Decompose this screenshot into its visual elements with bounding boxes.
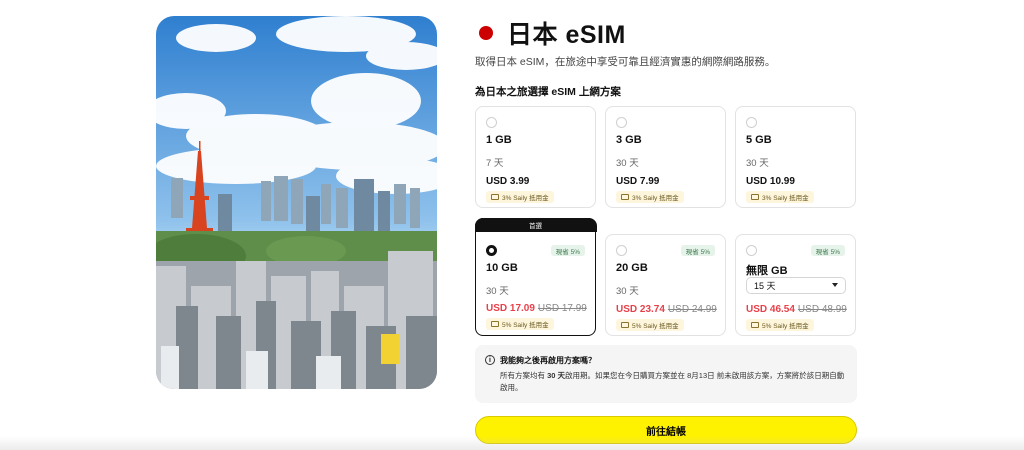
credit-badge: 5% Saily 抵用金: [486, 318, 554, 330]
plan-current-price: USD 23.74: [616, 304, 665, 315]
plan-current-price: USD 46.54: [746, 304, 795, 315]
title-row: 日本 eSIM: [475, 16, 626, 50]
duration-select-value: 15 天: [754, 281, 776, 291]
hero-image: [156, 16, 437, 389]
plan-current-price: USD 3.99: [486, 176, 530, 187]
plan-name: 10 GB: [486, 262, 518, 274]
plan-name: 20 GB: [616, 262, 648, 274]
bottom-shadow: [0, 436, 1024, 450]
credit-badge: 5% Saily 抵用金: [746, 319, 814, 331]
plan-name: 無限 GB: [746, 265, 788, 277]
plan-card-3gb[interactable]: 3 GB 30 天 USD 7.99 3% Saily 抵用金: [605, 106, 726, 208]
credit-badge: 5% Saily 抵用金: [616, 319, 684, 331]
plan-radio-selected[interactable]: [486, 245, 497, 256]
credit-badge: 3% Saily 抵用金: [616, 191, 684, 203]
credit-text: 3% Saily 抵用金: [502, 195, 549, 202]
plan-radio[interactable]: [746, 245, 757, 256]
plan-name: 1 GB: [486, 134, 512, 146]
credit-badge: 3% Saily 抵用金: [486, 191, 554, 203]
faq-question: 我能夠之後再啟用方案嗎？: [500, 356, 596, 365]
save-badge: 現省 5%: [810, 245, 845, 256]
chevron-down-icon: [832, 283, 838, 287]
plan-name: 3 GB: [616, 134, 642, 146]
plan-current-price: USD 10.99: [746, 176, 795, 187]
plan-price: USD 17.09 USD 17.99: [486, 303, 587, 314]
wallet-icon: [751, 322, 759, 328]
plan-days: 30 天: [486, 286, 509, 297]
plan-radio[interactable]: [616, 245, 627, 256]
plan-old-price: USD 24.99: [667, 304, 717, 315]
plan-days: 30 天: [616, 158, 639, 169]
faq-answer-bold: 30 天: [547, 371, 566, 380]
plans-section-label: 為日本之旅選擇 eSIM 上網方案: [475, 86, 621, 98]
japan-flag-icon: [479, 26, 493, 40]
plan-card-10gb[interactable]: 首選 現省 5% 10 GB 30 天 USD 17.09 USD 17.99 5…: [474, 217, 597, 336]
plan-days: 30 天: [616, 286, 639, 297]
plan-days: 7 天: [486, 158, 504, 169]
plan-card-unlimited[interactable]: 現省 5% 無限 GB 15 天 USD 46.54 USD 48.99 5% S…: [735, 234, 856, 336]
plan-price: USD 10.99: [746, 176, 795, 187]
save-badge: 現省 5%: [680, 245, 715, 256]
credit-text: 5% Saily 抵用金: [502, 322, 549, 329]
credit-text: 3% Saily 抵用金: [632, 195, 679, 202]
plan-card-5gb[interactable]: 5 GB 30 天 USD 10.99 3% Saily 抵用金: [735, 106, 856, 208]
plan-price: USD 46.54 USD 48.99: [746, 304, 847, 315]
activation-faq: i 我能夠之後再啟用方案嗎？ 所有方案均有 30 天啟用期。如果您在今日購買方案…: [475, 345, 857, 403]
plan-current-price: USD 7.99: [616, 176, 660, 187]
plan-days: 30 天: [746, 158, 769, 169]
page-subtitle: 取得日本 eSIM，在旅途中享受可靠且經濟實惠的網際網路服務。: [475, 56, 776, 68]
plan-price: USD 7.99: [616, 176, 659, 187]
credit-text: 5% Saily 抵用金: [632, 323, 679, 330]
plan-radio[interactable]: [616, 117, 627, 128]
plan-radio[interactable]: [486, 117, 497, 128]
credit-badge: 3% Saily 抵用金: [746, 191, 814, 203]
plan-old-price: USD 17.99: [537, 303, 587, 314]
wallet-icon: [621, 322, 629, 328]
plan-old-price: USD 48.99: [797, 304, 847, 315]
recommended-badge: 首選: [474, 217, 597, 232]
wallet-icon: [491, 194, 499, 200]
faq-answer-pre: 所有方案均有: [500, 371, 548, 380]
duration-select[interactable]: 15 天: [746, 277, 846, 294]
wallet-icon: [491, 321, 499, 327]
plan-radio[interactable]: [746, 117, 757, 128]
plan-current-price: USD 17.09: [486, 303, 535, 314]
faq-answer: 所有方案均有 30 天啟用期。如果您在今日購買方案並在 8月13日 前未啟用該方…: [500, 370, 845, 394]
plan-price: USD 3.99: [486, 176, 529, 187]
plan-card-1gb[interactable]: 1 GB 7 天 USD 3.99 3% Saily 抵用金: [475, 106, 596, 208]
page-title: 日本 eSIM: [507, 21, 626, 49]
plan-price: USD 23.74 USD 24.99: [616, 304, 717, 315]
plan-card-20gb[interactable]: 現省 5% 20 GB 30 天 USD 23.74 USD 24.99 5% S…: [605, 234, 726, 336]
plan-name: 5 GB: [746, 134, 772, 146]
credit-text: 3% Saily 抵用金: [762, 195, 809, 202]
save-badge: 現省 5%: [550, 245, 585, 256]
info-icon: i: [485, 355, 495, 365]
credit-text: 5% Saily 抵用金: [762, 323, 809, 330]
wallet-icon: [621, 194, 629, 200]
wallet-icon: [751, 194, 759, 200]
tokyo-skyline-image: [156, 16, 437, 389]
